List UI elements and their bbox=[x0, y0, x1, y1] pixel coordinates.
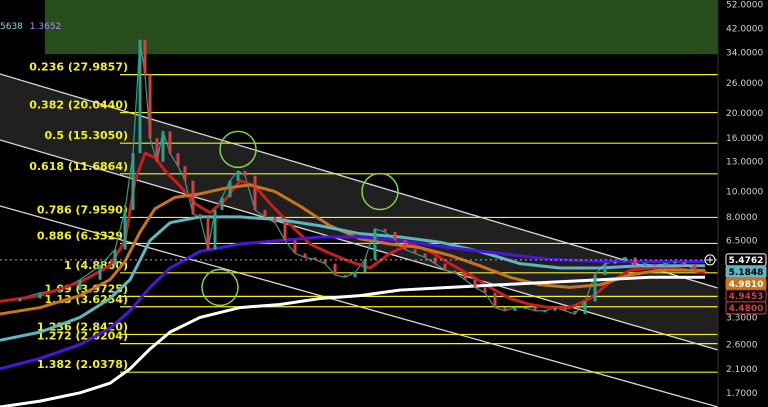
candle bbox=[58, 290, 62, 293]
candle bbox=[563, 307, 567, 311]
candle bbox=[131, 153, 135, 210]
price-tag-label: 5.4762 bbox=[729, 256, 764, 266]
fib-level-label: 0.786 (7.9590) bbox=[37, 203, 128, 216]
y-tick-label: 52.0000 bbox=[726, 0, 763, 10]
candle bbox=[253, 175, 257, 210]
candle bbox=[483, 287, 487, 293]
candle bbox=[593, 274, 597, 302]
price-tag-label: 5.1848 bbox=[729, 268, 764, 278]
candle bbox=[553, 307, 557, 311]
candle bbox=[433, 257, 437, 264]
candle bbox=[283, 222, 287, 241]
fib-level-label: 0.5 (15.3050) bbox=[45, 129, 128, 142]
candle bbox=[353, 272, 357, 278]
candle bbox=[673, 261, 677, 264]
candle bbox=[443, 263, 447, 271]
candle bbox=[493, 292, 497, 308]
fib-level-label: 0.886 (6.3329) bbox=[37, 229, 128, 242]
candle bbox=[423, 253, 427, 258]
fib-level-label: 0.618 (11.6864) bbox=[29, 160, 128, 173]
candle bbox=[236, 170, 240, 181]
price-chart[interactable]: 0.236 (27.9857) 0.382 (20.0440) 0.5 (15.30… bbox=[0, 0, 768, 407]
candle bbox=[523, 307, 527, 310]
y-tick-label: 16.0000 bbox=[726, 134, 763, 144]
candle bbox=[383, 228, 387, 233]
price-tag-label: 4.9810 bbox=[729, 280, 764, 290]
candle bbox=[148, 74, 152, 139]
candle bbox=[393, 232, 397, 241]
candle bbox=[213, 209, 217, 250]
candle bbox=[243, 170, 247, 176]
candle bbox=[663, 263, 667, 266]
candle bbox=[161, 131, 165, 162]
candle bbox=[123, 209, 127, 250]
candle bbox=[693, 263, 697, 271]
candle bbox=[413, 249, 417, 254]
candle bbox=[633, 257, 637, 266]
price-tag-label: 4.4800 bbox=[729, 304, 764, 314]
candle bbox=[453, 270, 457, 273]
candle bbox=[293, 240, 297, 254]
candle bbox=[168, 131, 172, 154]
y-tick-label: 6.5000 bbox=[726, 236, 758, 246]
candle bbox=[143, 39, 147, 75]
candle bbox=[653, 263, 657, 266]
candle bbox=[228, 180, 232, 198]
candle bbox=[198, 214, 202, 217]
y-tick-label: 2.6000 bbox=[726, 341, 758, 351]
candle bbox=[703, 270, 707, 273]
y-tick-label: 10.0000 bbox=[726, 188, 763, 198]
candle bbox=[573, 310, 577, 315]
fib-level-label: 0.382 (20.0440) bbox=[29, 99, 128, 112]
price-tag-label: 4.9453 bbox=[729, 292, 764, 302]
y-tick-label: 34.0000 bbox=[726, 49, 763, 59]
candle bbox=[113, 249, 117, 266]
candle bbox=[206, 216, 210, 250]
candle bbox=[18, 298, 22, 302]
candle bbox=[513, 307, 517, 311]
y-tick-label: 2.1000 bbox=[726, 365, 758, 375]
candle bbox=[333, 263, 337, 275]
candle bbox=[38, 292, 42, 299]
candle bbox=[343, 274, 347, 278]
candle bbox=[613, 261, 617, 264]
candle bbox=[683, 261, 687, 264]
candle bbox=[543, 310, 547, 313]
y-tick-label: 8.0000 bbox=[726, 213, 758, 223]
candle bbox=[155, 138, 159, 162]
candle bbox=[183, 166, 187, 181]
candle bbox=[533, 307, 537, 311]
candle bbox=[643, 263, 647, 266]
fib-level-label: 1.382 (2.0378) bbox=[37, 358, 128, 371]
candle bbox=[176, 153, 180, 167]
legend-value-b: 1.3652 bbox=[29, 22, 62, 32]
y-tick-label: 20.0000 bbox=[726, 109, 763, 119]
y-tick-label: 13.0000 bbox=[726, 158, 763, 168]
y-tick-label: 42.0000 bbox=[726, 25, 763, 35]
candle bbox=[98, 265, 102, 280]
candle bbox=[603, 263, 607, 275]
y-tick-label: 3.3000 bbox=[726, 313, 758, 323]
candle bbox=[273, 216, 277, 223]
legend-value-a: 5638 bbox=[0, 22, 23, 32]
candle bbox=[138, 39, 142, 154]
y-tick-label: 1.7000 bbox=[726, 389, 758, 399]
candle bbox=[303, 253, 307, 258]
candle bbox=[78, 279, 82, 291]
candle bbox=[220, 197, 224, 210]
indicator-legend: 5638 1.3652 bbox=[0, 22, 61, 32]
fib-level-label: 0.236 (27.9857) bbox=[29, 61, 128, 74]
candle bbox=[583, 301, 587, 315]
candle bbox=[363, 259, 367, 273]
fib-level-label: 1.272 (2.6204) bbox=[37, 330, 128, 343]
y-tick-label: 26.0000 bbox=[726, 79, 763, 89]
candle bbox=[191, 180, 195, 215]
candle bbox=[473, 279, 477, 288]
candle bbox=[403, 240, 407, 250]
candle bbox=[463, 272, 467, 280]
candle bbox=[503, 307, 507, 311]
candle bbox=[263, 209, 267, 217]
candle bbox=[313, 257, 317, 260]
candle bbox=[373, 228, 377, 260]
